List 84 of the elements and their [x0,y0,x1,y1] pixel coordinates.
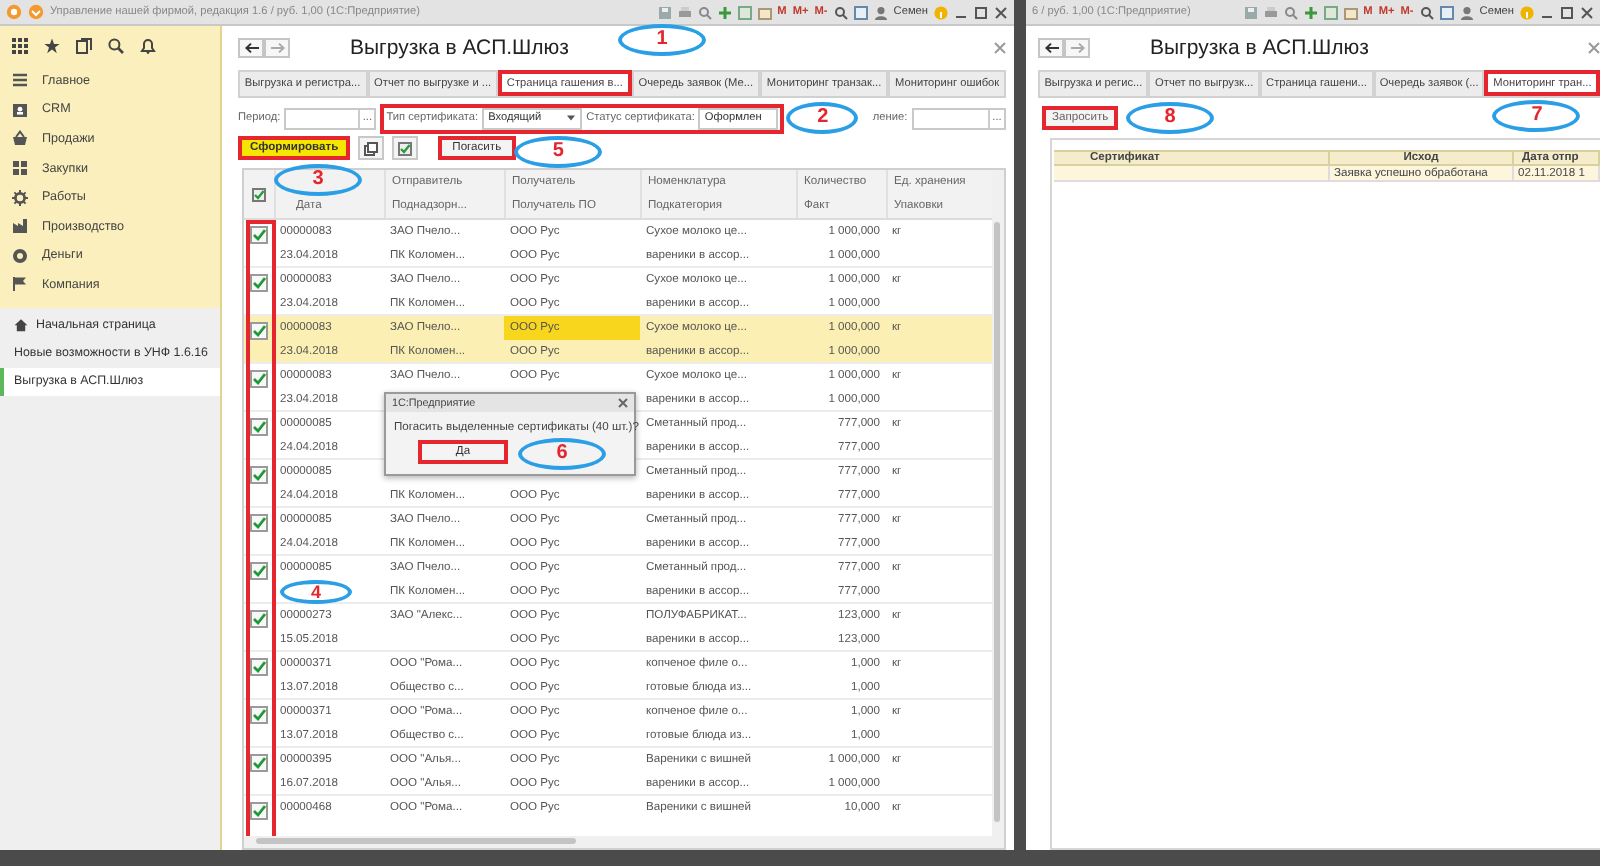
app-icon[interactable] [6,4,22,20]
check-icon [252,660,266,674]
check-icon [252,804,266,818]
checkbox[interactable] [250,226,268,244]
panel-icon[interactable] [853,5,868,19]
check-all-icon[interactable] [252,187,266,201]
check-icon [252,612,266,626]
checkbox[interactable] [250,418,268,436]
checkbox[interactable] [250,322,268,340]
back-button[interactable] [1038,37,1064,57]
factory-icon [12,218,28,235]
copy-icon [364,141,379,155]
check-icon [252,708,266,722]
check-icon [252,468,266,482]
callout-number: 4 [280,580,352,604]
maximize-icon[interactable] [974,5,988,19]
boxes-icon [12,160,28,177]
checkbox[interactable] [250,754,268,772]
bell-icon[interactable] [140,38,156,54]
save-icon[interactable] [1243,5,1258,19]
checkbox[interactable] [250,562,268,580]
print-icon[interactable] [1263,5,1278,19]
checkbox[interactable] [250,658,268,676]
info-icon[interactable] [934,5,948,19]
forward-arrow-icon [269,41,285,53]
copy-button[interactable] [358,136,385,160]
list-icon [12,72,28,89]
checkbox-icon [398,141,413,155]
checkbox[interactable] [250,514,268,532]
back-arrow-icon [243,41,259,53]
callout-number: 2 [786,101,859,133]
home-icon [14,318,28,333]
close-icon[interactable] [994,5,1008,19]
callout-number: 6 [518,438,606,470]
gear-icon [12,189,28,206]
checkbox[interactable] [250,274,268,292]
star-icon[interactable] [44,38,60,54]
coin-icon [12,247,28,264]
panel-icon[interactable] [1439,5,1454,19]
forward-arrow-icon [1069,41,1085,53]
close-icon[interactable] [1588,41,1600,53]
check-icon [252,276,266,290]
menu-icon[interactable] [28,4,44,20]
checkbox[interactable] [250,610,268,628]
save-icon[interactable] [657,5,672,19]
search-icon[interactable] [1419,5,1434,19]
checkbox[interactable] [250,706,268,724]
close-icon[interactable] [994,41,1006,53]
contacts-icon [12,101,28,118]
checkbox[interactable] [250,466,268,484]
check-icon [252,324,266,338]
check-icon [252,228,266,242]
close-icon[interactable] [618,398,628,408]
info-icon[interactable] [1520,5,1534,19]
print-icon[interactable] [677,5,692,19]
search-icon[interactable] [108,38,124,54]
check-icon [252,372,266,386]
apps-icon[interactable] [12,38,28,54]
checkbox[interactable] [250,802,268,820]
scrollbar[interactable] [244,836,992,848]
scrollbar[interactable] [992,170,1004,848]
callout-number: 1 [618,24,706,56]
back-arrow-icon [1043,41,1059,53]
maximize-icon[interactable] [1560,5,1574,19]
flag-icon [12,276,28,293]
plus-icon[interactable] [717,5,732,19]
form-title: Выгрузка в АСП.Шлюз [1150,35,1370,59]
user-icon[interactable] [873,5,888,19]
callout-number: 7 [1492,100,1581,132]
caret-icon [566,114,577,122]
check-all-button[interactable] [392,136,419,160]
user-icon[interactable] [1459,5,1474,19]
back-button[interactable] [238,37,264,57]
close-icon[interactable] [1580,5,1594,19]
basket-icon [12,130,28,147]
check-icon [252,756,266,770]
check-icon [252,516,266,530]
check-icon [252,564,266,578]
plus-icon[interactable] [1303,5,1318,19]
search-icon[interactable] [833,5,848,19]
check-icon [252,420,266,434]
form-title: Выгрузка в АСП.Шлюз [350,35,570,59]
checkbox[interactable] [250,370,268,388]
callout-number: 8 [1126,102,1214,134]
